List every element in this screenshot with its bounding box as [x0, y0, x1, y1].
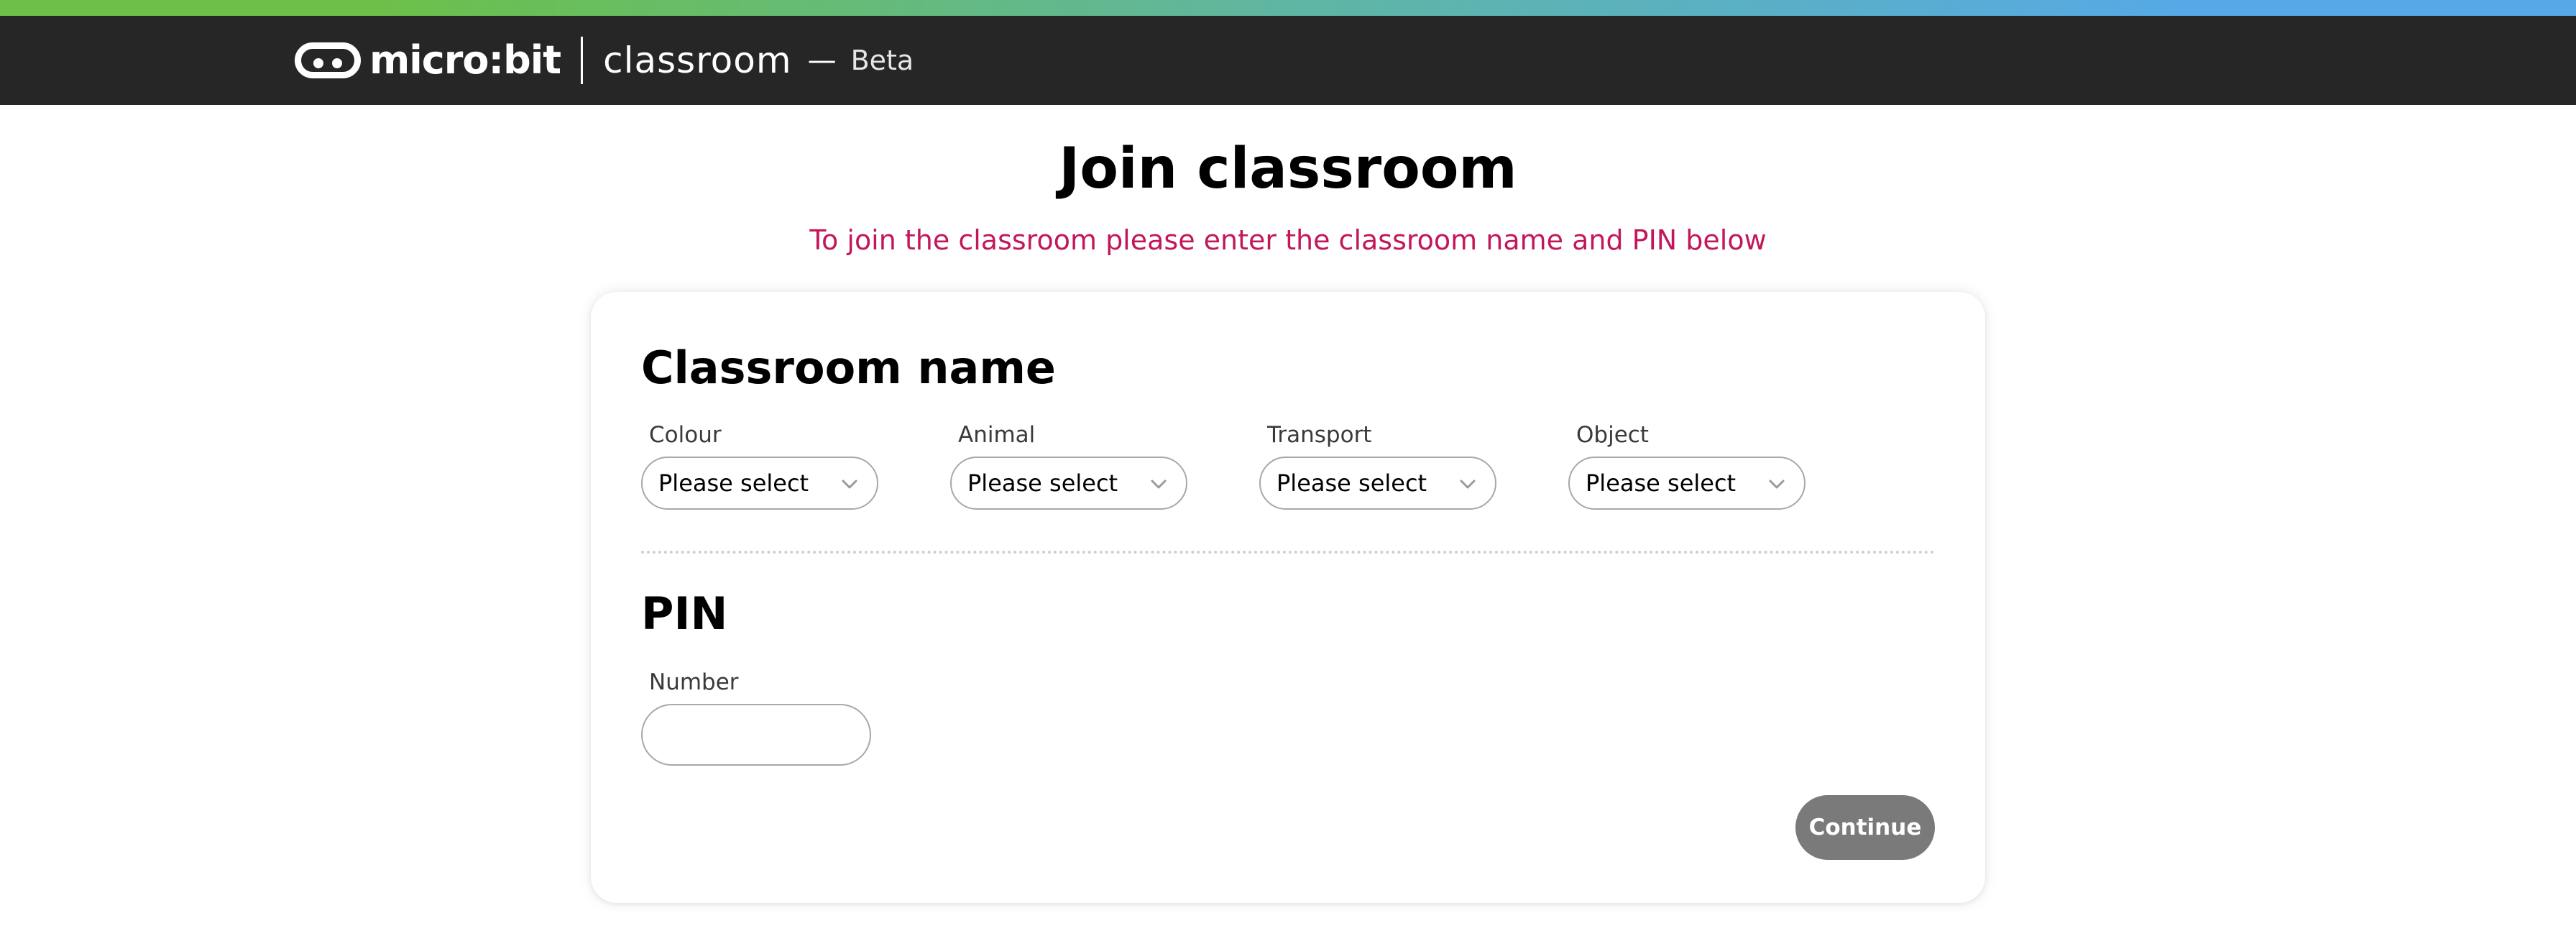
colour-label: Colour	[649, 422, 722, 448]
brand-separator: —	[807, 44, 837, 77]
page-subtitle: To join the classroom please enter the c…	[809, 224, 1767, 256]
product-name: classroom	[603, 40, 792, 81]
chevron-down-icon	[1151, 480, 1167, 489]
beta-badge: Beta	[850, 45, 914, 76]
animal-select-value: Please select	[967, 469, 1118, 497]
object-select-value: Please select	[1586, 469, 1736, 497]
object-select[interactable]: Please select	[1568, 457, 1806, 510]
animal-field: Animal Please select	[950, 424, 1187, 510]
page-title: Join classroom	[1059, 137, 1517, 201]
brand-divider	[581, 37, 584, 84]
animal-select[interactable]: Please select	[950, 457, 1187, 510]
chevron-down-icon	[1769, 480, 1785, 489]
microbit-logo-icon	[295, 42, 361, 78]
classroom-name-heading: Classroom name	[641, 341, 1056, 394]
continue-button[interactable]: Continue	[1795, 795, 1935, 860]
object-field: Object Please select	[1568, 424, 1806, 510]
transport-field: Transport Please select	[1259, 424, 1496, 510]
transport-label: Transport	[1267, 422, 1372, 448]
section-divider	[641, 551, 1935, 554]
animal-label: Animal	[958, 422, 1036, 448]
object-label: Object	[1576, 422, 1649, 448]
pin-number-label: Number	[649, 669, 739, 695]
colour-select-value: Please select	[658, 469, 809, 497]
pin-heading: PIN	[641, 587, 728, 640]
transport-select[interactable]: Please select	[1259, 457, 1496, 510]
logo-text: micro:bit	[369, 37, 561, 83]
colour-select[interactable]: Please select	[641, 457, 878, 510]
chevron-down-icon	[842, 480, 857, 489]
brand-link[interactable]: micro:bit classroom — Beta	[295, 32, 914, 89]
brand-color-stripe	[0, 0, 2576, 16]
join-form-card: Classroom name Colour Please select Anim…	[591, 292, 1985, 903]
chevron-down-icon	[1460, 480, 1476, 489]
site-header: micro:bit classroom — Beta	[0, 16, 2576, 105]
pin-number-field: Number	[641, 671, 871, 766]
pin-number-input[interactable]	[641, 704, 871, 766]
colour-field: Colour Please select	[641, 424, 878, 510]
transport-select-value: Please select	[1276, 469, 1427, 497]
